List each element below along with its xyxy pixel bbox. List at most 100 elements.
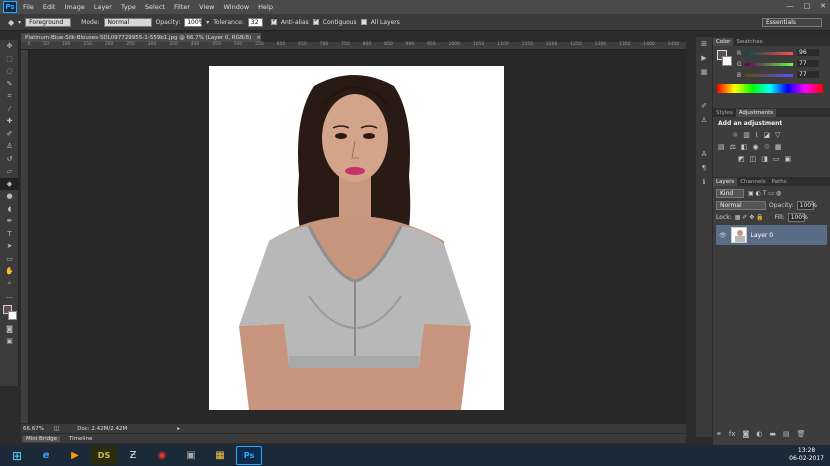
menu-select[interactable]: Select bbox=[145, 3, 165, 11]
internet-explorer-icon[interactable]: e bbox=[33, 446, 59, 465]
paint-bucket-icon[interactable]: ◆ bbox=[8, 18, 14, 27]
all-layers-checkbox[interactable] bbox=[360, 19, 367, 25]
history-icon[interactable]: ⊞ bbox=[696, 37, 712, 51]
actions-icon[interactable]: ▶ bbox=[696, 51, 712, 65]
gradient-map-icon[interactable]: ▭ bbox=[773, 155, 780, 163]
fill-source-select[interactable]: Foreground bbox=[25, 17, 72, 27]
pen-tool-icon[interactable]: ✒ bbox=[0, 215, 19, 228]
new-group-icon[interactable]: ▬ bbox=[769, 430, 776, 438]
invert-icon[interactable]: ◩ bbox=[738, 155, 745, 163]
zoom-level[interactable]: 66.67% bbox=[23, 426, 44, 432]
clone-stamp-tool-icon[interactable]: ♙ bbox=[0, 140, 19, 153]
tab-styles[interactable]: Styles bbox=[713, 109, 736, 117]
app-icon-dark[interactable]: ▣ bbox=[178, 446, 204, 465]
opacity-input[interactable]: 100% bbox=[184, 17, 204, 27]
quick-select-tool-icon[interactable]: ✎ bbox=[0, 78, 19, 91]
tab-swatches[interactable]: Swatches bbox=[733, 38, 765, 46]
color-spectrum[interactable] bbox=[717, 84, 823, 93]
clone-source-icon[interactable]: ♙ bbox=[696, 113, 712, 127]
document-tab[interactable]: Platinum-Blue-Silk-Blouses-SDL097729955-… bbox=[21, 33, 261, 42]
menu-file[interactable]: File bbox=[23, 3, 34, 11]
brush-panel-icon[interactable]: ✐ bbox=[696, 99, 712, 113]
color-balance-icon[interactable]: ⚖ bbox=[730, 143, 736, 151]
layer-name[interactable]: Layer 0 bbox=[751, 232, 773, 239]
exposure-icon[interactable]: ◪ bbox=[763, 131, 770, 139]
marquee-tool-icon[interactable]: ⬚ bbox=[0, 53, 19, 66]
layer-style-icon[interactable]: fx bbox=[729, 430, 736, 438]
contiguous-checkbox[interactable] bbox=[312, 17, 319, 25]
menu-window[interactable]: Window bbox=[224, 3, 250, 11]
menu-layer[interactable]: Layer bbox=[94, 3, 112, 11]
layer-row[interactable]: 👁 Layer 0 bbox=[716, 225, 827, 245]
minimize-button[interactable]: — bbox=[787, 2, 794, 10]
paint-bucket-tool-icon[interactable]: ◆ bbox=[0, 177, 19, 190]
delete-layer-icon[interactable]: 🗑 bbox=[797, 430, 806, 438]
color-lookup-icon[interactable]: ▦ bbox=[775, 143, 782, 151]
menu-help[interactable]: Help bbox=[258, 3, 273, 11]
tab-mini-bridge[interactable]: Mini Bridge bbox=[23, 435, 60, 442]
type-tool-icon[interactable]: T bbox=[0, 228, 19, 241]
menu-edit[interactable]: Edit bbox=[43, 3, 56, 11]
tab-channels[interactable]: Channels bbox=[737, 178, 768, 186]
brush-tool-icon[interactable]: ✐ bbox=[0, 128, 19, 141]
opacity-dropdown-icon[interactable]: ▾ bbox=[206, 19, 209, 26]
tab-layers[interactable]: Layers bbox=[713, 178, 738, 186]
workspace-select[interactable]: Essentials bbox=[762, 17, 822, 27]
layer-opacity-input[interactable]: 100% bbox=[796, 201, 817, 210]
info-icon[interactable]: ℹ bbox=[696, 175, 712, 189]
add-mask-icon[interactable]: ◙ bbox=[742, 430, 749, 438]
menu-image[interactable]: Image bbox=[64, 3, 84, 11]
blend-mode-select[interactable]: Normal bbox=[716, 201, 766, 210]
menu-filter[interactable]: Filter bbox=[174, 3, 190, 11]
hue-saturation-icon[interactable]: ▤ bbox=[718, 143, 725, 151]
g-value[interactable]: 77 bbox=[797, 60, 819, 67]
eraser-tool-icon[interactable]: ▱ bbox=[0, 165, 19, 178]
selective-color-icon[interactable]: ▣ bbox=[785, 155, 792, 163]
system-clock[interactable]: 13:28 06-02-2017 bbox=[789, 447, 824, 463]
character-icon[interactable]: A bbox=[696, 147, 712, 161]
b-slider[interactable] bbox=[745, 74, 793, 77]
path-select-tool-icon[interactable]: ➤ bbox=[0, 240, 19, 253]
status-menu-icon[interactable]: ▸ bbox=[177, 426, 180, 432]
lock-icons[interactable]: ▦ ✐ ✥ 🔒 bbox=[735, 214, 764, 221]
tab-adjustments[interactable]: Adjustments bbox=[735, 109, 777, 117]
maximize-button[interactable]: □ bbox=[804, 2, 811, 10]
visibility-eye-icon[interactable]: 👁 bbox=[719, 232, 727, 239]
photo-filter-icon[interactable]: ◉ bbox=[753, 143, 759, 151]
posterize-icon[interactable]: ◫ bbox=[750, 155, 757, 163]
menu-type[interactable]: Type bbox=[121, 3, 136, 11]
move-tool-icon[interactable]: ✥ bbox=[0, 40, 19, 53]
mode-select[interactable]: Normal bbox=[103, 17, 152, 27]
brightness-icon[interactable]: ☼ bbox=[732, 131, 738, 139]
document-canvas[interactable] bbox=[209, 66, 504, 410]
new-layer-icon[interactable]: ▤ bbox=[783, 430, 790, 438]
shape-tool-icon[interactable]: ▭ bbox=[0, 253, 19, 266]
close-tab-icon[interactable]: × bbox=[256, 35, 261, 41]
menu-view[interactable]: View bbox=[199, 3, 214, 11]
media-player-icon[interactable]: ▶ bbox=[62, 446, 88, 465]
filter-kind-select[interactable]: Kind bbox=[716, 189, 744, 198]
filter-icons[interactable]: ▣ ◐ T ▭ ◍ bbox=[748, 190, 781, 197]
vibrance-icon[interactable]: ▽ bbox=[775, 131, 780, 139]
g-slider[interactable] bbox=[745, 63, 793, 66]
black-white-icon[interactable]: ◧ bbox=[741, 143, 748, 151]
quick-mask-icon[interactable]: ◙ bbox=[0, 323, 19, 336]
zoom-tool-icon[interactable]: ⌕ bbox=[0, 278, 19, 291]
lasso-tool-icon[interactable]: ◌ bbox=[0, 65, 19, 78]
curves-icon[interactable]: ⌇ bbox=[755, 131, 758, 139]
tab-color[interactable]: Color bbox=[713, 38, 734, 46]
link-layers-icon[interactable]: ⚭ bbox=[716, 430, 722, 438]
tab-timeline[interactable]: Timeline bbox=[66, 436, 95, 442]
eyedropper-tool-icon[interactable]: ⁄ bbox=[0, 103, 19, 116]
background-color-swatch[interactable] bbox=[722, 56, 732, 66]
history-brush-tool-icon[interactable]: ↺ bbox=[0, 153, 19, 166]
photoshop-taskbar-icon[interactable]: Ps bbox=[236, 446, 262, 465]
crop-tool-icon[interactable]: ⌗ bbox=[0, 90, 19, 103]
dodge-tool-icon[interactable]: ◖ bbox=[0, 203, 19, 216]
tool-preset-dropdown[interactable]: ▾ bbox=[18, 19, 21, 26]
dreamweaver-icon[interactable]: DS bbox=[91, 446, 117, 465]
new-adjustment-icon[interactable]: ◐ bbox=[756, 430, 762, 438]
layer-fill-input[interactable]: 100% bbox=[787, 213, 808, 222]
antialias-checkbox[interactable] bbox=[270, 17, 277, 25]
tab-paths[interactable]: Paths bbox=[769, 178, 790, 186]
